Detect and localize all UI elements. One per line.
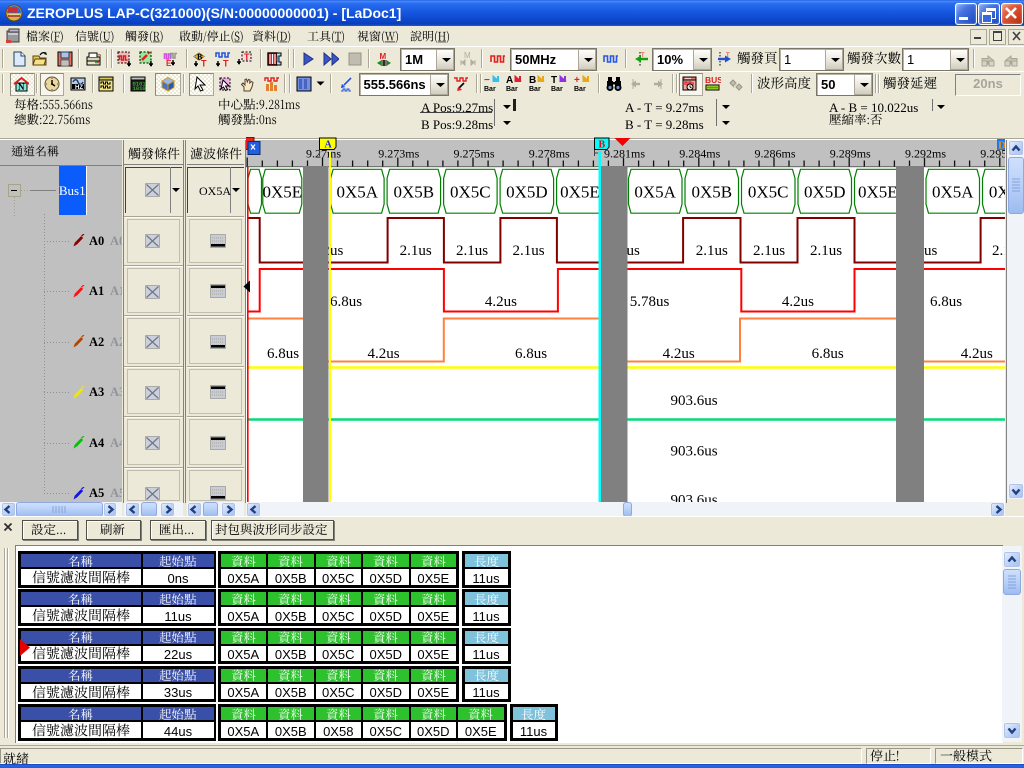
svg-text:M: M <box>380 52 387 61</box>
svg-text:Bar: Bar <box>506 86 518 92</box>
svg-text:T: T <box>201 58 207 67</box>
svg-text:HZ: HZ <box>75 85 83 91</box>
svg-text:+: + <box>574 75 580 86</box>
svg-text:0X5B: 0X5B <box>691 183 732 202</box>
svg-text:1010: 1010 <box>133 85 146 92</box>
svg-text:9.289ms: 9.289ms <box>830 147 871 161</box>
svg-text:Bar: Bar <box>574 86 586 92</box>
svg-text:B: B <box>529 75 536 86</box>
svg-text:9.292ms: 9.292ms <box>905 147 946 161</box>
svg-text:6.8us: 6.8us <box>812 346 844 362</box>
svg-text:4.2us: 4.2us <box>485 294 517 310</box>
svg-text:−: − <box>484 75 490 86</box>
svg-text:2.1us: 2.1us <box>992 243 1005 259</box>
svg-text:0X5E: 0X5E <box>560 183 600 202</box>
svg-text:4.2us: 4.2us <box>368 346 400 362</box>
svg-text:9.275ms: 9.275ms <box>453 147 494 161</box>
svg-text:6.8us: 6.8us <box>930 294 962 310</box>
svg-text:M: M <box>464 51 471 60</box>
svg-text:0X5B: 0X5B <box>393 183 434 202</box>
svg-text:5.78us: 5.78us <box>630 294 670 310</box>
svg-text:Bar: Bar <box>551 86 563 92</box>
svg-text:4.2us: 4.2us <box>961 346 993 362</box>
svg-text:0X5E: 0X5E <box>262 183 302 202</box>
svg-text:BUS: BUS <box>705 76 721 85</box>
svg-text:6.8us: 6.8us <box>515 346 547 362</box>
svg-text:A: A <box>325 140 333 151</box>
svg-text:2.1us: 2.1us <box>753 243 785 259</box>
svg-text:T: T <box>726 53 730 59</box>
svg-text:2.1us: 2.1us <box>513 243 545 259</box>
svg-text:0X5A: 0X5A <box>634 183 676 202</box>
svg-text:0X5C: 0X5C <box>450 183 491 202</box>
svg-text:0X5D: 0X5D <box>804 183 846 202</box>
svg-text:0X5C: 0X5C <box>748 183 789 202</box>
svg-text:2.1us: 2.1us <box>810 243 842 259</box>
svg-text:Bar: Bar <box>529 86 541 92</box>
svg-text:0X5A: 0X5A <box>932 183 974 202</box>
svg-text:9.281ms: 9.281ms <box>604 147 645 161</box>
svg-text:T: T <box>223 58 229 67</box>
svg-text:Bar: Bar <box>484 86 496 92</box>
svg-text:B: B <box>599 140 606 151</box>
svg-text:4.2us: 4.2us <box>663 346 695 362</box>
svg-text:6.8us: 6.8us <box>330 294 362 310</box>
svg-text:0X5A: 0X5A <box>337 183 379 202</box>
svg-text:D: D <box>998 140 1005 152</box>
svg-text:4.2us: 4.2us <box>782 294 814 310</box>
svg-text:0X5E: 0X5E <box>858 183 898 202</box>
svg-text:N: N <box>18 82 25 92</box>
svg-text:0X5D: 0X5D <box>506 183 548 202</box>
svg-text:T: T <box>244 52 250 62</box>
svg-text:9.278ms: 9.278ms <box>529 147 570 161</box>
svg-text:0X5B: 0X5B <box>989 183 1005 202</box>
svg-text:2.1us: 2.1us <box>696 243 728 259</box>
svg-text:2.1us: 2.1us <box>400 243 432 259</box>
svg-text:2.1us: 2.1us <box>456 243 488 259</box>
svg-text:6.8us: 6.8us <box>267 346 299 362</box>
svg-text:9.284ms: 9.284ms <box>679 147 720 161</box>
svg-text:T: T <box>551 75 557 86</box>
svg-text:903.6us: 903.6us <box>670 393 717 409</box>
svg-text:A: A <box>506 75 513 86</box>
svg-text:T: T <box>641 53 645 59</box>
svg-text:9.286ms: 9.286ms <box>754 147 795 161</box>
svg-text:903.6us: 903.6us <box>670 444 717 460</box>
svg-text:9.273ms: 9.273ms <box>378 147 419 161</box>
